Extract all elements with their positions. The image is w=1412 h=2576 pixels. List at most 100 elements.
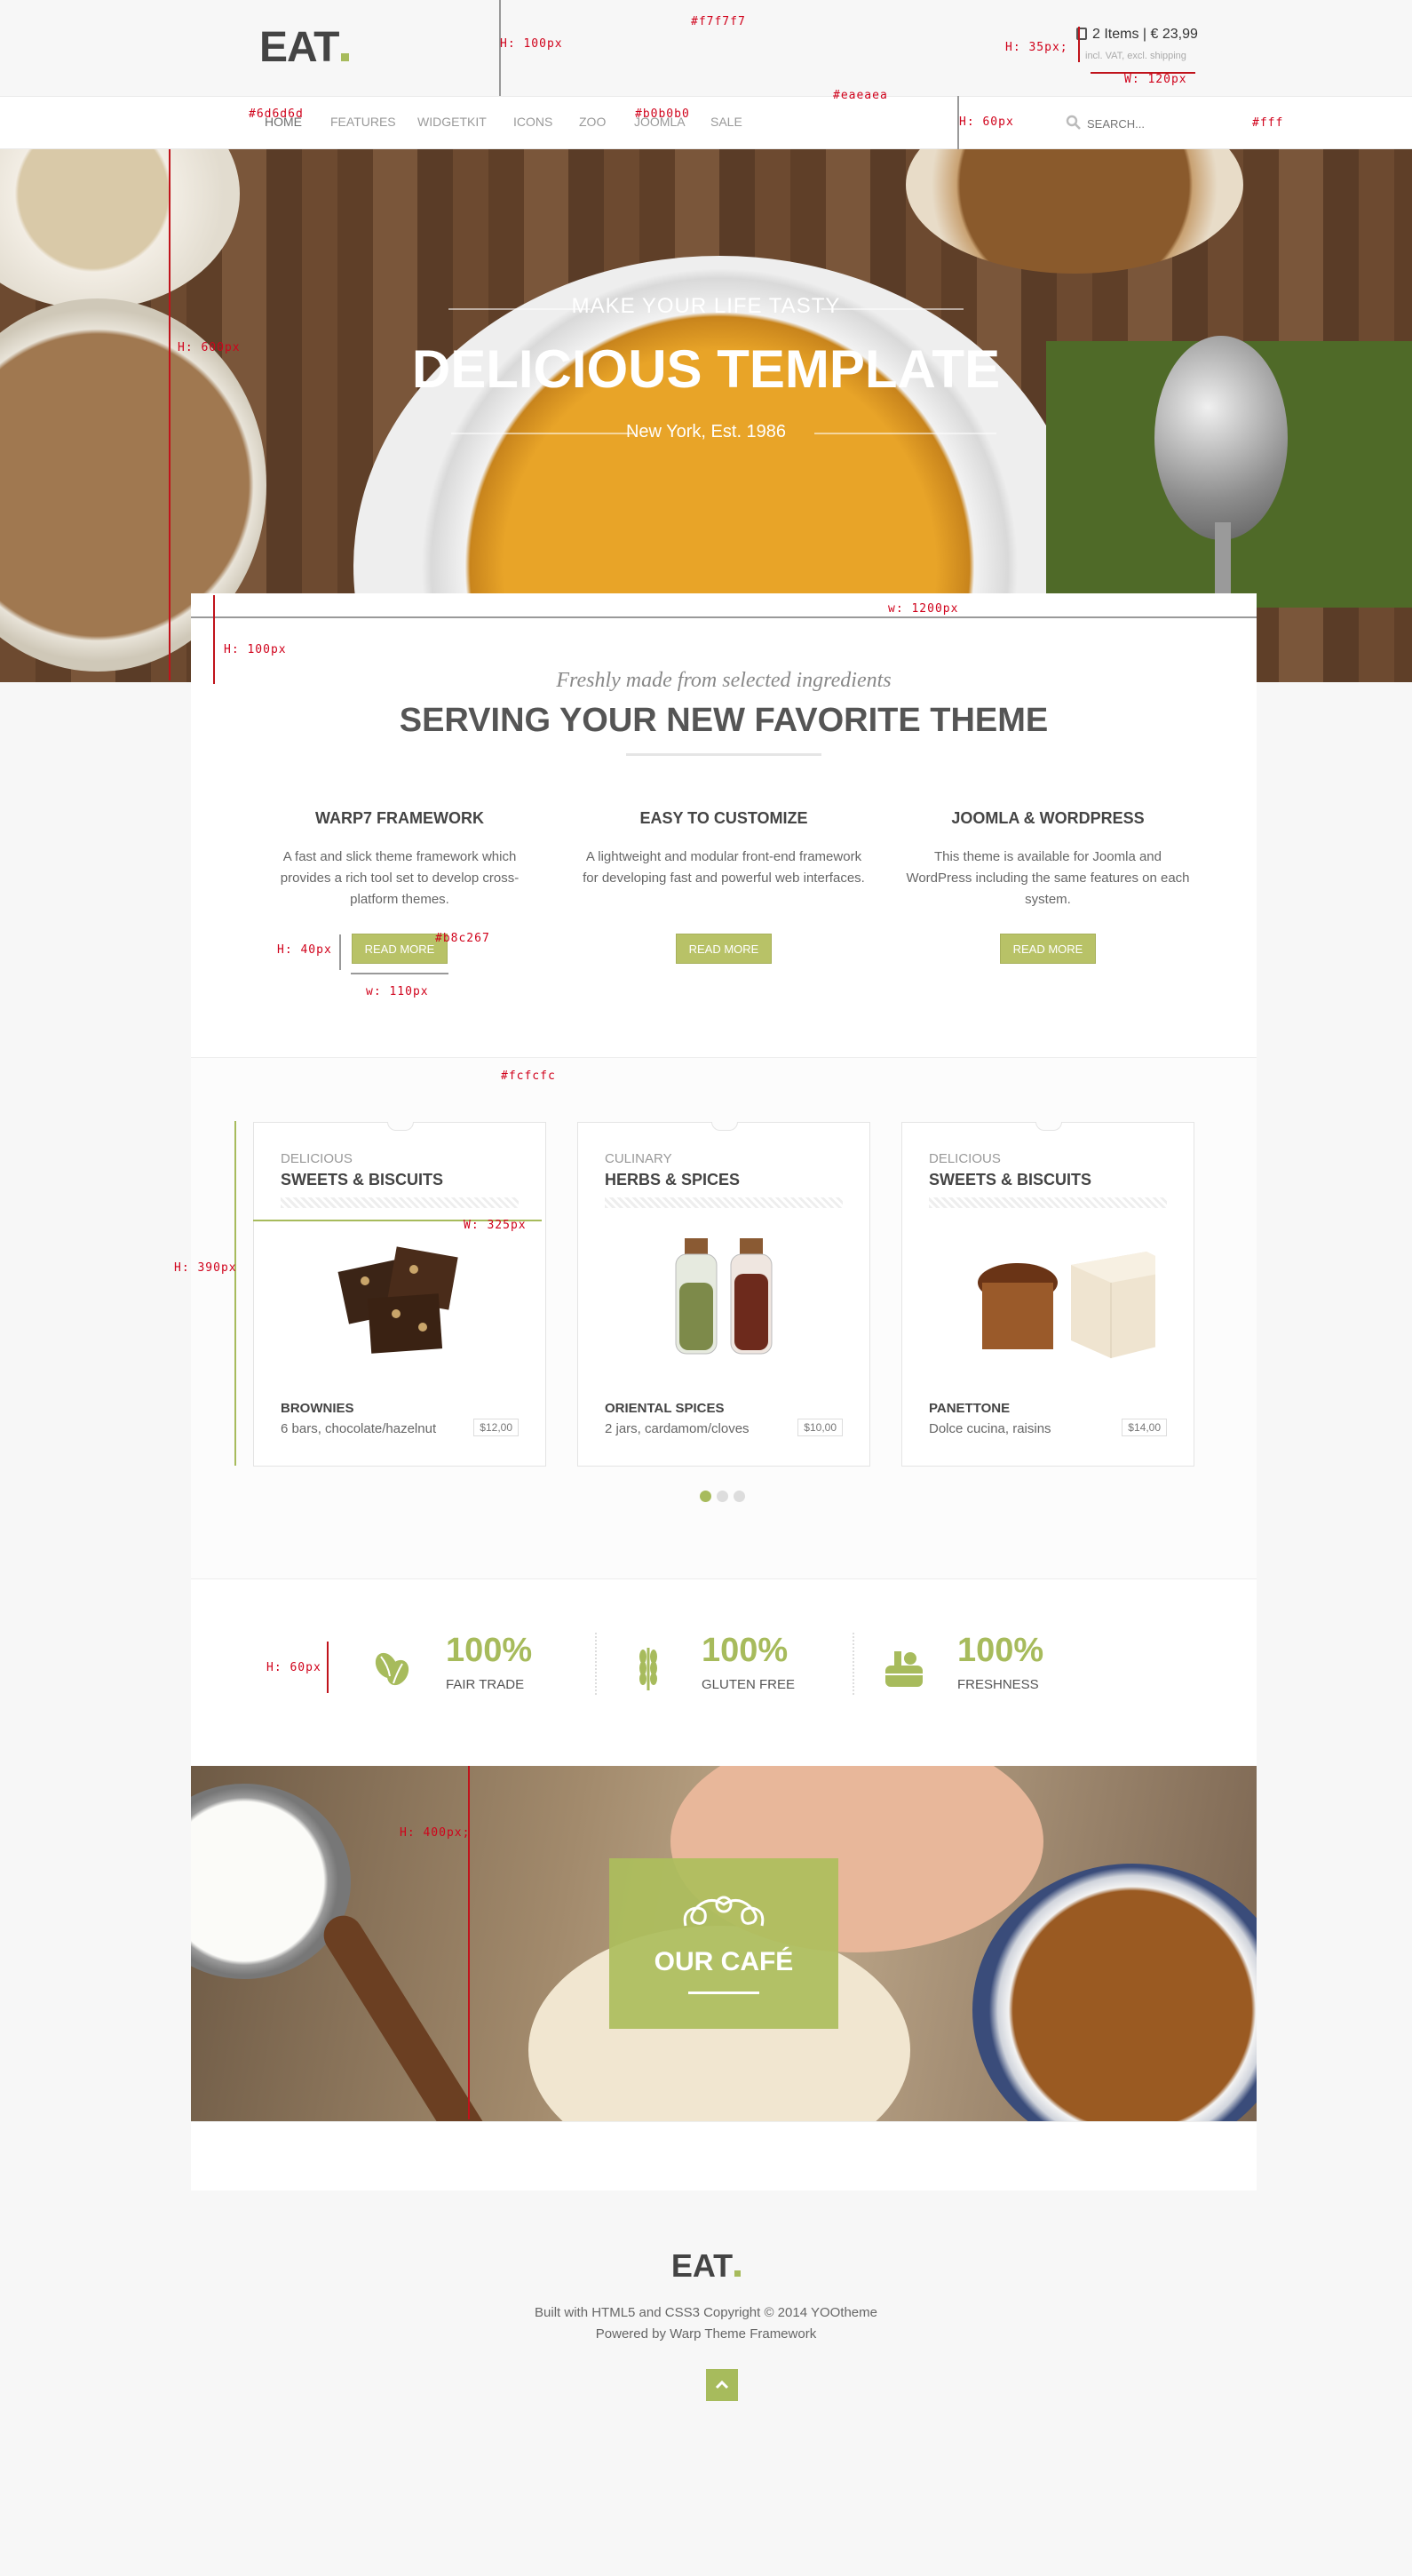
product-price: $12,00 — [473, 1419, 519, 1436]
nav-icons[interactable]: Icons — [513, 115, 552, 129]
stat-label: FRESHNESS — [957, 1677, 1039, 1692]
annotation-line — [339, 934, 341, 970]
annotation-label: #eaeaea — [833, 89, 888, 102]
product-price: $10,00 — [797, 1419, 843, 1436]
annotation-label: #b8c267 — [435, 932, 490, 945]
stat-value: 100% — [702, 1632, 789, 1669]
coffee-beans-icon — [375, 1652, 409, 1686]
feature-text: This theme is available for Joomla and W… — [906, 849, 1190, 907]
product-card-panettone[interactable]: DELICIOUS SWEETS & BISCUITS PANETTONE Do… — [901, 1122, 1194, 1467]
annotation-line — [213, 595, 215, 684]
search-box — [1066, 113, 1208, 134]
product-name: BROWNIES — [281, 1401, 354, 1416]
wheat-icon — [639, 1648, 657, 1690]
annotation-label: #b0b0b0 — [635, 107, 690, 121]
annotation-label: H: 600px — [178, 341, 241, 354]
product-description: 2 jars, cardamom/cloves — [605, 1421, 750, 1436]
annotation-line — [327, 1642, 329, 1693]
slider-dot[interactable] — [717, 1491, 728, 1502]
annotation-label: #fff — [1252, 116, 1284, 130]
intro-title: SERVING YOUR NEW FAVORITE THEME — [399, 702, 1049, 739]
stat-separator — [595, 1633, 597, 1695]
annotation-label: H: 35px; — [1005, 41, 1068, 54]
product-group-title: SWEETS & BISCUITS — [929, 1171, 1092, 1189]
cafe-label-box[interactable]: OUR CAFÉ — [609, 1858, 838, 2029]
brownies-image — [337, 1246, 458, 1354]
feature-text: A lightweight and modular front-end fram… — [583, 849, 865, 886]
footer-logo[interactable]: EAT — [0, 2247, 1412, 2285]
annotation-line — [1078, 27, 1080, 62]
annotation-label: w: 1200px — [888, 602, 959, 616]
pretzel-icon — [683, 1896, 765, 1927]
product-group-title: HERBS & SPICES — [605, 1171, 741, 1189]
annotation-line — [169, 149, 171, 680]
feature-title: EASY TO CUSTOMIZE — [639, 809, 808, 827]
cafe-underline — [688, 1992, 759, 1994]
footer-copyright: Built with HTML5 and CSS3 Copyright © 20… — [535, 2305, 877, 2320]
annotation-line — [468, 1766, 470, 2119]
product-category: DELICIOUS — [281, 1151, 353, 1166]
search-icon[interactable] — [1066, 115, 1082, 131]
product-name: PANETTONE — [929, 1401, 1011, 1416]
card-notch — [711, 1122, 738, 1131]
hero-subtitle: New York, Est. 1986 — [625, 422, 787, 441]
annotation-line — [191, 616, 1257, 618]
product-card-brownies[interactable]: DELICIOUS SWEETS & BISCUITS BROWNIES 6 b… — [253, 1122, 546, 1467]
product-group-title: SWEETS & BISCUITS — [281, 1171, 444, 1189]
nav-zoo[interactable]: Zoo — [579, 115, 606, 129]
cart-summary[interactable]: 2 Items | € 23,99 — [1092, 27, 1198, 43]
stat-separator — [853, 1633, 854, 1695]
product-description: 6 bars, chocolate/hazelnut — [281, 1421, 437, 1436]
intro-kicker: Freshly made from selected ingredients — [556, 669, 892, 692]
intro-divider — [626, 753, 821, 756]
footer-logo-dot — [734, 2270, 742, 2277]
nav-sale[interactable]: Sale — [710, 115, 742, 129]
product-card-spices[interactable]: CULINARY HERBS & SPICES ORIENTAL SPICES … — [577, 1122, 870, 1467]
nav-widgetkit[interactable]: Widgetkit — [417, 115, 487, 129]
card-stripe — [605, 1197, 843, 1208]
main-content: Freshly made from selected ingredients S… — [191, 593, 1257, 2190]
annotation-label: #f7f7f7 — [691, 15, 746, 28]
stat-gluten-free: 100% GLUTEN FREE — [624, 1632, 864, 1708]
read-more-button[interactable]: READ MORE — [999, 934, 1097, 964]
cafe-title: OUR CAFÉ — [654, 1947, 794, 1976]
main-nav: Home Features Widgetkit Icons Zoo Joomla… — [0, 96, 1412, 149]
product-price: $14,00 — [1122, 1419, 1167, 1436]
slider-dot-active[interactable] — [700, 1491, 711, 1502]
cafe-bottom-spacer — [191, 2121, 1257, 2190]
annotation-label: w: 110px — [366, 985, 429, 998]
annotation-label: H: 390px — [174, 1261, 237, 1275]
panettone-image — [978, 1252, 1155, 1358]
nav-features[interactable]: Features — [330, 115, 396, 129]
annotation-label: H: 100px — [224, 643, 287, 656]
annotation-line — [234, 1121, 236, 1466]
back-to-top-button[interactable] — [706, 2369, 738, 2401]
search-input[interactable] — [1087, 113, 1202, 134]
annotation-label: H: 60px — [959, 115, 1014, 129]
feature-text: A fast and slick theme framework which p… — [280, 849, 520, 907]
read-more-button[interactable]: READ MORE — [675, 934, 773, 964]
read-more-button[interactable]: READ MORE — [351, 934, 448, 964]
feature-customize: EASY TO CUSTOMIZE A lightweight and modu… — [582, 809, 866, 964]
basket-icon — [885, 1651, 923, 1687]
card-notch — [1035, 1122, 1062, 1131]
product-description: Dolce cucina, raisins — [929, 1421, 1051, 1436]
feature-title: WARP7 FRAMEWORK — [315, 809, 484, 827]
annotation-label: #6d6d6d — [249, 107, 304, 121]
slider-dot[interactable] — [734, 1491, 745, 1502]
logo-dot — [341, 53, 350, 61]
stat-value: 100% — [957, 1632, 1044, 1669]
cafe-banner[interactable]: OUR CAFÉ — [191, 1766, 1257, 2121]
stat-freshness: 100% FRESHNESS — [880, 1632, 1120, 1708]
feature-warp7: WARP7 FRAMEWORK A fast and slick theme f… — [258, 809, 542, 964]
annotation-label: H: 60px — [266, 1661, 321, 1674]
footer-powered-by: Powered by Warp Theme Framework — [595, 2326, 817, 2341]
card-notch — [387, 1122, 414, 1131]
stat-value: 100% — [446, 1632, 533, 1669]
card-stripe — [281, 1197, 519, 1208]
annotation-label: W: 120px — [1124, 73, 1187, 86]
site-logo[interactable]: EAT — [259, 23, 350, 72]
annotation-label: H: 400px; — [400, 1826, 471, 1840]
stat-label: GLUTEN FREE — [702, 1677, 796, 1692]
product-name: ORIENTAL SPICES — [605, 1401, 725, 1416]
